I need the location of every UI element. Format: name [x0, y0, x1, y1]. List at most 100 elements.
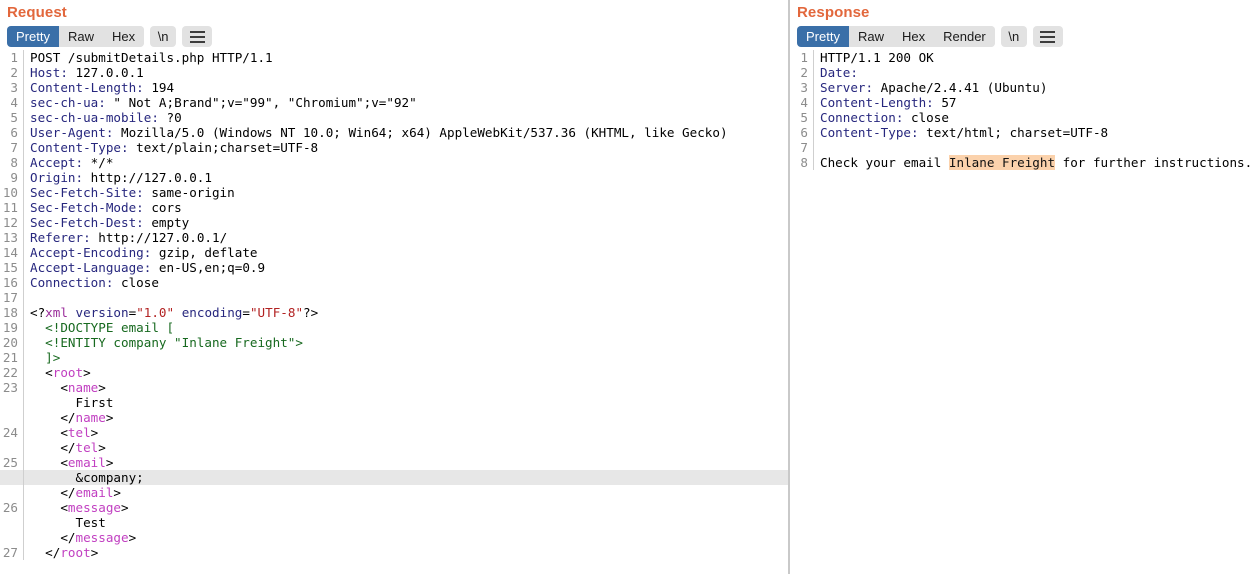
line-number: 24 — [0, 425, 24, 440]
line-number: 6 — [790, 125, 814, 140]
request-pane: Request Pretty Raw Hex \n 1POST /submitD… — [0, 0, 788, 574]
line-number: 1 — [790, 50, 814, 65]
line-content: Accept-Language: en-US,en;q=0.9 — [24, 260, 788, 275]
response-pane: Response Pretty Raw Hex Render \n 1HTTP/… — [790, 0, 1260, 574]
line-number: 23 — [0, 380, 24, 395]
line-content: <root> — [24, 365, 788, 380]
request-tab-hex[interactable]: Hex — [103, 26, 144, 47]
line-number: 14 — [0, 245, 24, 260]
code-line: 15Accept-Language: en-US,en;q=0.9 — [0, 260, 788, 275]
code-line: 25 <email> — [0, 455, 788, 470]
code-line: 3Server: Apache/2.4.41 (Ubuntu) — [790, 80, 1260, 95]
line-content: Sec-Fetch-Dest: empty — [24, 215, 788, 230]
request-menu-icon[interactable] — [182, 26, 212, 47]
line-content: <!ENTITY company "Inlane Freight"> — [24, 335, 788, 350]
line-content: First — [24, 395, 788, 410]
response-tab-raw[interactable]: Raw — [849, 26, 893, 47]
line-content: POST /submitDetails.php HTTP/1.1 — [24, 50, 788, 65]
line-number: 16 — [0, 275, 24, 290]
line-number: 21 — [0, 350, 24, 365]
code-line: 11Sec-Fetch-Mode: cors — [0, 200, 788, 215]
line-number: 27 — [0, 545, 24, 560]
code-line: 1POST /submitDetails.php HTTP/1.1 — [0, 50, 788, 65]
hamburger-bar — [1040, 36, 1055, 38]
code-line: 5sec-ch-ua-mobile: ?0 — [0, 110, 788, 125]
line-content: <email> — [24, 455, 788, 470]
request-code-area[interactable]: 1POST /submitDetails.php HTTP/1.12Host: … — [0, 50, 788, 574]
line-number: 4 — [0, 95, 24, 110]
code-line: 24 <tel> — [0, 425, 788, 440]
response-view-tabs[interactable]: Pretty Raw Hex Render — [797, 26, 995, 47]
code-line: 6Content-Type: text/html; charset=UTF-8 — [790, 125, 1260, 140]
line-number — [0, 530, 24, 545]
code-line: First — [0, 395, 788, 410]
response-newline-toggle[interactable]: \n — [1001, 26, 1027, 47]
line-content — [24, 290, 788, 305]
line-content: sec-ch-ua-mobile: ?0 — [24, 110, 788, 125]
line-content: Host: 127.0.0.1 — [24, 65, 788, 80]
line-content: Date: — [814, 65, 1260, 80]
response-tab-render[interactable]: Render — [934, 26, 995, 47]
response-tab-pretty[interactable]: Pretty — [797, 26, 849, 47]
line-number: 10 — [0, 185, 24, 200]
http-message-viewer: Request Pretty Raw Hex \n 1POST /submitD… — [0, 0, 1260, 574]
line-content: </email> — [24, 485, 788, 500]
response-menu-icon[interactable] — [1033, 26, 1063, 47]
line-number: 6 — [0, 125, 24, 140]
line-number: 2 — [790, 65, 814, 80]
code-line: 14Accept-Encoding: gzip, deflate — [0, 245, 788, 260]
line-number: 7 — [790, 140, 814, 155]
line-content: <name> — [24, 380, 788, 395]
search-match-highlight: Inlane Freight — [949, 155, 1055, 170]
line-content: Accept: */* — [24, 155, 788, 170]
response-tab-hex[interactable]: Hex — [893, 26, 934, 47]
code-line: 23 <name> — [0, 380, 788, 395]
line-content: </message> — [24, 530, 788, 545]
line-number — [0, 440, 24, 455]
line-number: 18 — [0, 305, 24, 320]
request-tab-raw[interactable]: Raw — [59, 26, 103, 47]
code-line: </message> — [0, 530, 788, 545]
code-line: 1HTTP/1.1 200 OK — [790, 50, 1260, 65]
code-line: 9Origin: http://127.0.0.1 — [0, 170, 788, 185]
line-content: <?xml version="1.0" encoding="UTF-8"?> — [24, 305, 788, 320]
request-view-tabs[interactable]: Pretty Raw Hex — [7, 26, 144, 47]
request-newline-toggle[interactable]: \n — [150, 26, 176, 47]
line-number: 1 — [0, 50, 24, 65]
hamburger-bar — [1040, 31, 1055, 33]
code-line: 2Date: — [790, 65, 1260, 80]
line-number: 26 — [0, 500, 24, 515]
code-line: 6User-Agent: Mozilla/5.0 (Windows NT 10.… — [0, 125, 788, 140]
line-number: 11 — [0, 200, 24, 215]
code-line: </name> — [0, 410, 788, 425]
line-number: 8 — [790, 155, 814, 170]
line-content: <!DOCTYPE email [ — [24, 320, 788, 335]
line-content: sec-ch-ua: " Not A;Brand";v="99", "Chrom… — [24, 95, 788, 110]
hamburger-bar — [190, 31, 205, 33]
line-number: 3 — [790, 80, 814, 95]
line-content: </root> — [24, 545, 788, 560]
line-content: Content-Type: text/plain;charset=UTF-8 — [24, 140, 788, 155]
code-line: 16Connection: close — [0, 275, 788, 290]
line-content: Content-Type: text/html; charset=UTF-8 — [814, 125, 1260, 140]
line-content: Connection: close — [24, 275, 788, 290]
line-content: &company; — [24, 470, 788, 485]
line-content: Sec-Fetch-Mode: cors — [24, 200, 788, 215]
code-line: 21 ]> — [0, 350, 788, 365]
line-content: Referer: http://127.0.0.1/ — [24, 230, 788, 245]
line-number — [0, 515, 24, 530]
code-line: Test — [0, 515, 788, 530]
code-line: 8Check your email Inlane Freight for fur… — [790, 155, 1260, 170]
line-number: 7 — [0, 140, 24, 155]
request-title: Request — [0, 0, 788, 23]
line-number: 20 — [0, 335, 24, 350]
line-number: 8 — [0, 155, 24, 170]
code-line: 17 — [0, 290, 788, 305]
code-line: 4sec-ch-ua: " Not A;Brand";v="99", "Chro… — [0, 95, 788, 110]
request-tab-pretty[interactable]: Pretty — [7, 26, 59, 47]
line-content: Server: Apache/2.4.41 (Ubuntu) — [814, 80, 1260, 95]
code-line: 3Content-Length: 194 — [0, 80, 788, 95]
line-content: HTTP/1.1 200 OK — [814, 50, 1260, 65]
line-content: Content-Length: 57 — [814, 95, 1260, 110]
response-code-area[interactable]: 1HTTP/1.1 200 OK2Date:3Server: Apache/2.… — [790, 50, 1260, 574]
